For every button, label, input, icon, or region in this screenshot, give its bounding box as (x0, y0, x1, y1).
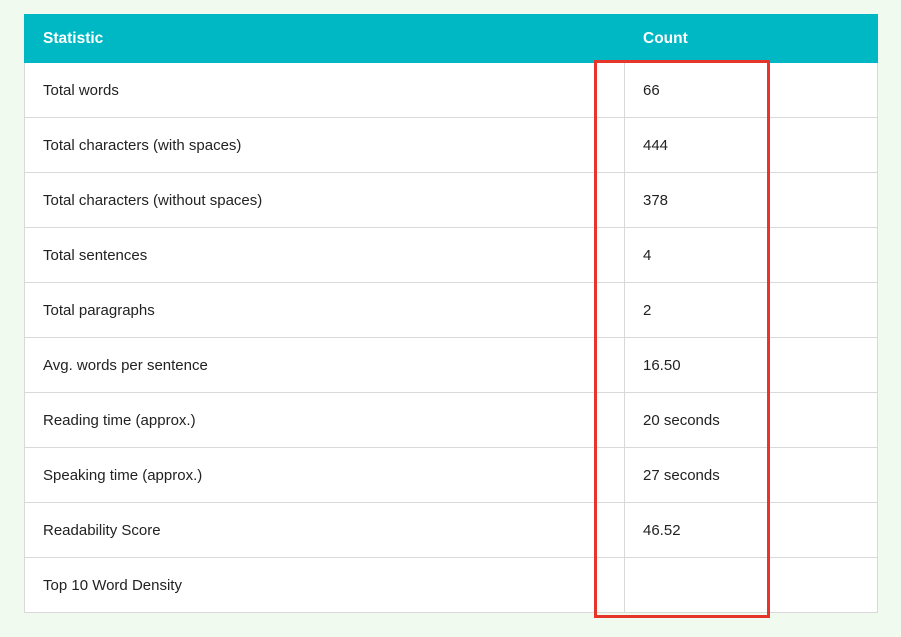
table-row: Speaking time (approx.) 27 seconds (25, 448, 878, 503)
statistics-table: Statistic Count Total words 66 Total cha… (24, 14, 878, 613)
table-header-row: Statistic Count (25, 15, 878, 63)
table-row: Total characters (with spaces) 444 (25, 118, 878, 173)
stat-label: Reading time (approx.) (25, 393, 625, 448)
stat-label: Total words (25, 63, 625, 118)
stat-value: 20 seconds (625, 393, 878, 448)
table-row: Top 10 Word Density (25, 558, 878, 613)
header-count: Count (625, 15, 878, 63)
stat-label: Top 10 Word Density (25, 558, 625, 613)
stat-label: Total sentences (25, 228, 625, 283)
stat-value: 27 seconds (625, 448, 878, 503)
stat-value: 2 (625, 283, 878, 338)
stat-value: 444 (625, 118, 878, 173)
stat-value: 46.52 (625, 503, 878, 558)
stat-value (625, 558, 878, 613)
table-row: Total sentences 4 (25, 228, 878, 283)
table-row: Readability Score 46.52 (25, 503, 878, 558)
stat-label: Total characters (with spaces) (25, 118, 625, 173)
table-row: Total words 66 (25, 63, 878, 118)
table-row: Avg. words per sentence 16.50 (25, 338, 878, 393)
stat-label: Total paragraphs (25, 283, 625, 338)
stat-value: 378 (625, 173, 878, 228)
stat-label: Speaking time (approx.) (25, 448, 625, 503)
stat-value: 16.50 (625, 338, 878, 393)
stat-value: 66 (625, 63, 878, 118)
table-wrapper: Statistic Count Total words 66 Total cha… (0, 0, 901, 637)
header-statistic: Statistic (25, 15, 625, 63)
stat-label: Total characters (without spaces) (25, 173, 625, 228)
stat-label: Readability Score (25, 503, 625, 558)
stat-label: Avg. words per sentence (25, 338, 625, 393)
table-row: Total paragraphs 2 (25, 283, 878, 338)
table-row: Total characters (without spaces) 378 (25, 173, 878, 228)
stat-value: 4 (625, 228, 878, 283)
table-row: Reading time (approx.) 20 seconds (25, 393, 878, 448)
